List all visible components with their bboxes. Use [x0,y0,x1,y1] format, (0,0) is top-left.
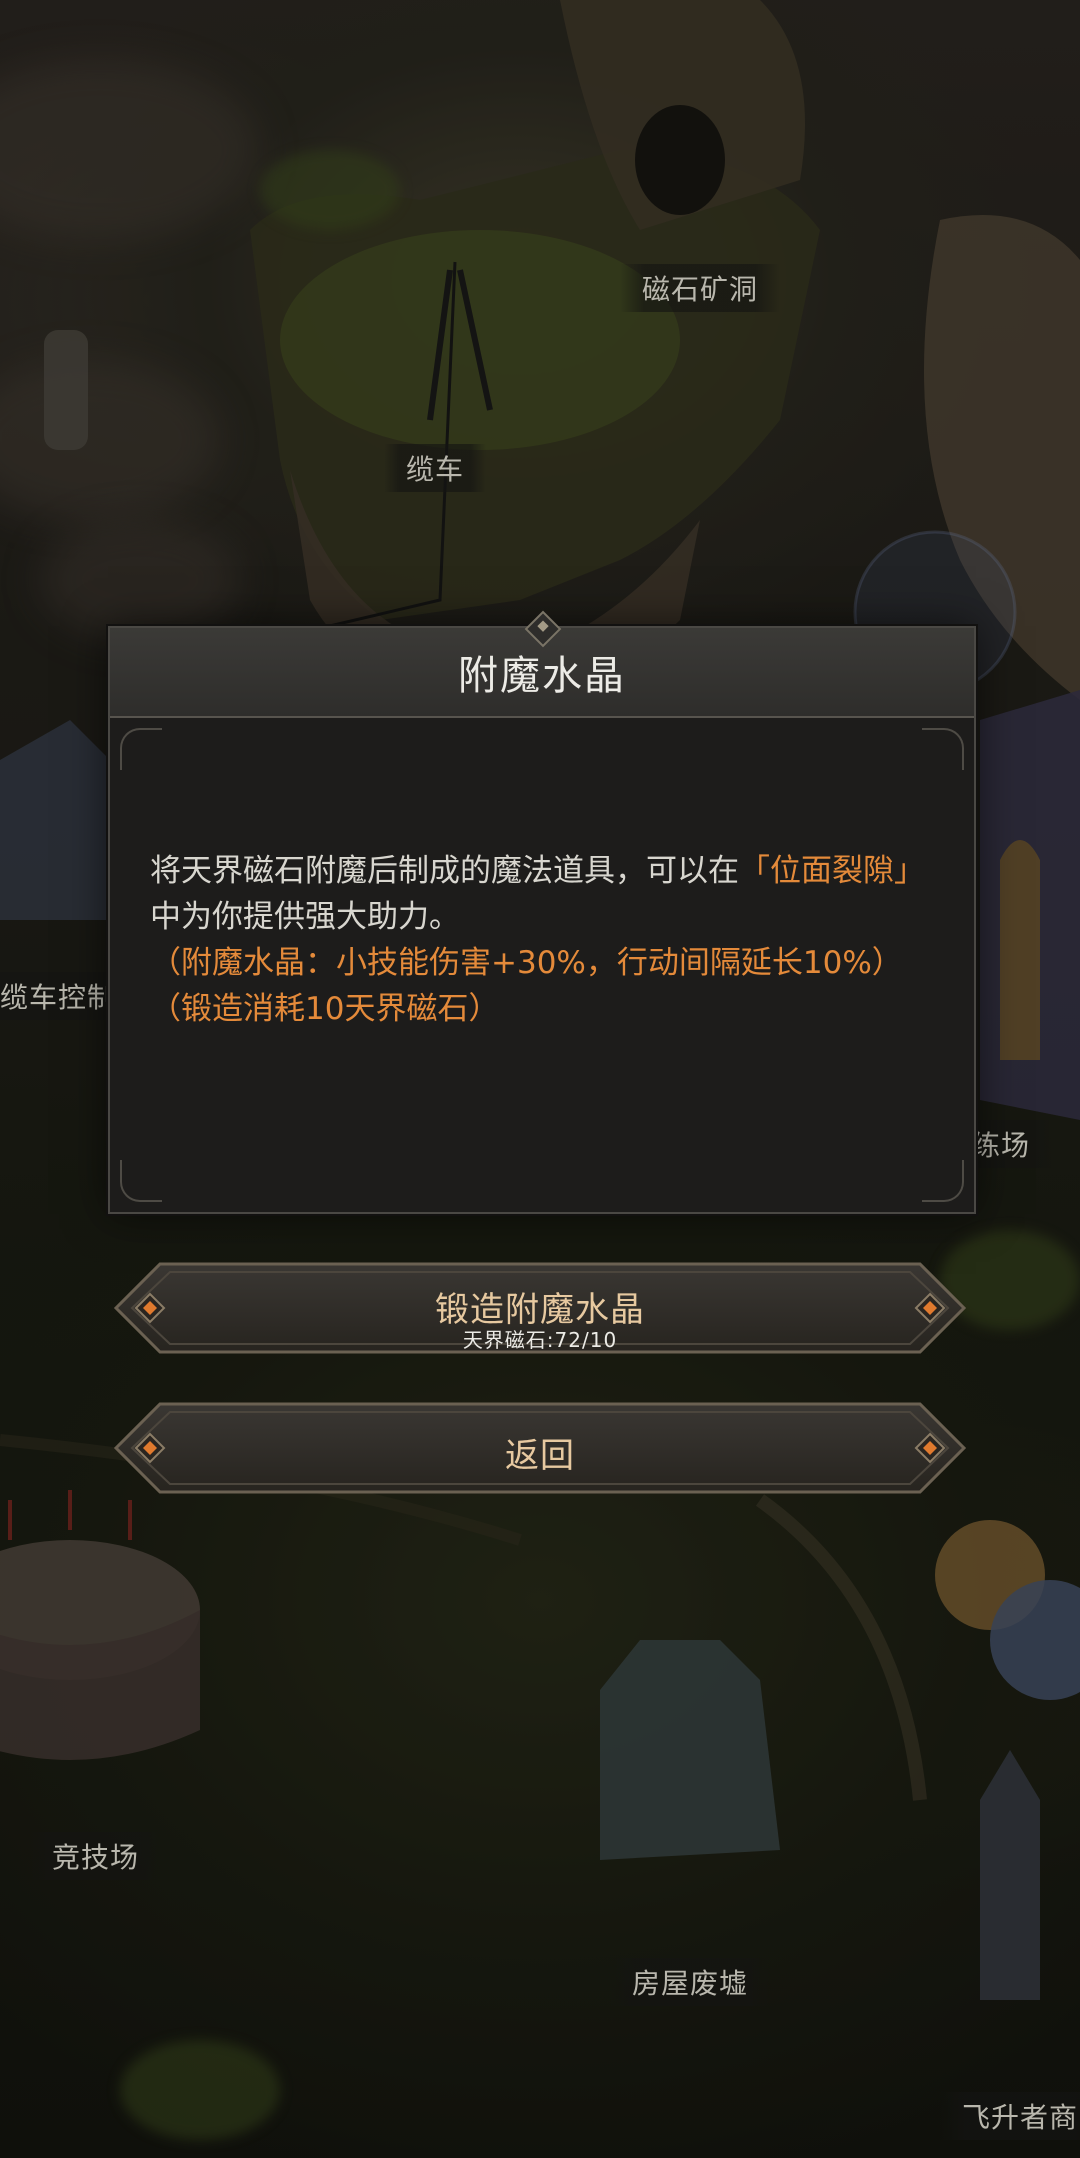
map-label-magnet-cave[interactable]: 磁石矿洞 [620,264,781,312]
effect-text: （附魔水晶：小技能伤害+30%，行动间隔延长10%） [150,945,903,981]
rift-highlight: 「位面裂隙」 [739,853,925,889]
item-description: 将天界磁石附魔后制成的魔法道具，可以在「位面裂隙」中为你提供强大助力。 [150,848,950,940]
dialog-body: 将天界磁石附魔后制成的魔法道具，可以在「位面裂隙」中为你提供强大助力。 （附魔水… [150,848,950,1032]
back-button-label: 返回 [505,1436,575,1476]
cost-text: （锻造消耗10天界磁石） [150,991,500,1027]
map-label-ascender-shop[interactable]: 飞升者商 [940,2092,1080,2140]
description-text: 将天界磁石附魔后制成的魔法道具，可以在 [150,853,739,889]
back-button[interactable]: 返回 [114,1402,966,1494]
game-screen: 磁石矿洞 缆车 缆车控制 练场 竞技场 房屋废墟 飞升者商 附魔水晶 将天界磁石… [0,0,1080,2158]
corner-ornament [120,728,162,770]
dialog-title: 附魔水晶 [458,653,626,699]
map-label-cable-car[interactable]: 缆车 [384,444,487,492]
description-text-end: 中为你提供强大助力。 [150,899,460,935]
map-label-house-ruins[interactable]: 房屋废墟 [610,1958,771,2006]
map-label-arena[interactable]: 竞技场 [30,1832,162,1880]
corner-ornament [120,1160,162,1202]
corner-ornament [922,1160,964,1202]
forge-button[interactable]: 锻造附魔水晶 天界磁石:72/10 [114,1262,966,1354]
corner-ornament [922,728,964,770]
forge-cost-counter: 天界磁石:72/10 [462,1328,618,1352]
item-info-dialog: 附魔水晶 将天界磁石附魔后制成的魔法道具，可以在「位面裂隙」中为你提供强大助力。… [108,610,976,1214]
